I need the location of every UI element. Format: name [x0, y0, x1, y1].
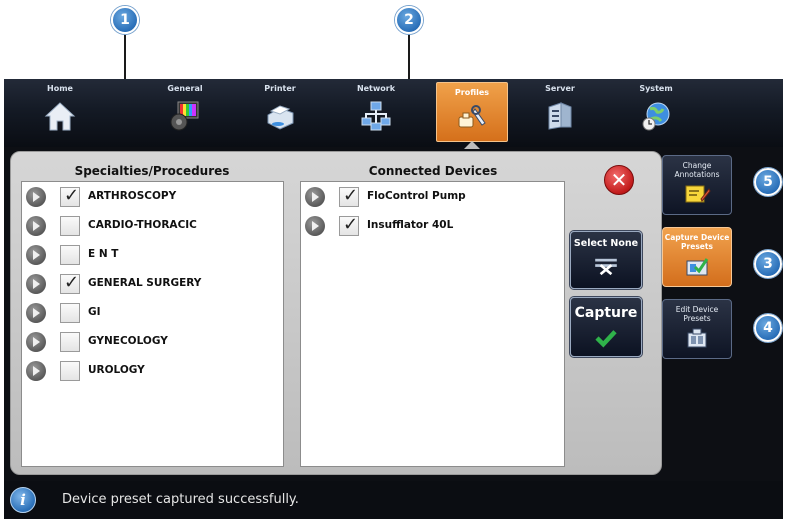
tab-system-label: System: [639, 84, 673, 93]
specialty-row-gynecology[interactable]: GYNECOLOGY: [22, 331, 283, 353]
tab-system[interactable]: System: [620, 79, 692, 145]
checkmark-icon: ✓: [343, 214, 359, 235]
specialty-row-gi[interactable]: GI: [22, 302, 283, 324]
specialty-row-cardio-thoracic[interactable]: CARDIO-THORACIC: [22, 215, 283, 237]
callout-3: 3: [754, 250, 782, 278]
specialties-list: ✓ ARTHROSCOPY CARDIO-THORACIC E N T ✓ GE…: [21, 181, 284, 467]
status-message: Device preset captured successfully.: [62, 492, 299, 507]
specialties-heading: Specialties/Procedures: [74, 164, 230, 178]
capture-button[interactable]: Capture: [570, 297, 642, 357]
specialty-checkbox[interactable]: [60, 303, 80, 323]
chevron-right-icon[interactable]: [26, 216, 46, 236]
screenshot-root: Home General Printer Network Profiles Se…: [0, 0, 787, 522]
info-icon: i: [10, 487, 36, 513]
tab-general-label: General: [167, 84, 203, 93]
specialty-checkbox[interactable]: [60, 216, 80, 236]
tab-printer-label: Printer: [264, 84, 296, 93]
specialty-row-arthroscopy[interactable]: ✓ ARTHROSCOPY: [22, 186, 283, 208]
device-checkbox[interactable]: ✓: [339, 214, 359, 236]
chevron-right-icon[interactable]: [26, 332, 46, 352]
device-config-app: Home General Printer Network Profiles Se…: [4, 79, 783, 519]
system-icon: [642, 102, 670, 131]
edit-device-presets-label: Edit Device Presets: [675, 305, 719, 323]
chevron-right-icon[interactable]: [26, 361, 46, 381]
chevron-right-icon[interactable]: [26, 187, 46, 207]
capture-label: Capture: [574, 305, 638, 321]
device-label: FloControl Pump: [367, 190, 466, 202]
home-icon: [44, 102, 76, 131]
specialty-row-general-surgery[interactable]: ✓ GENERAL SURGERY: [22, 273, 283, 295]
tab-general[interactable]: General: [149, 79, 221, 145]
callout-5: 5: [754, 168, 782, 196]
device-row-flocontrol-pump[interactable]: ✓ FloControl Pump: [301, 186, 564, 208]
tab-profiles-label: Profiles: [454, 88, 490, 97]
specialty-checkbox[interactable]: ✓: [60, 272, 80, 294]
chevron-right-icon[interactable]: [26, 303, 46, 323]
specialty-label: GYNECOLOGY: [88, 335, 168, 347]
profiles-icon: [458, 105, 486, 128]
callout-2: 2: [395, 6, 423, 34]
tab-server[interactable]: Server: [524, 79, 596, 145]
specialty-checkbox[interactable]: [60, 361, 80, 381]
chevron-right-icon[interactable]: [305, 187, 325, 207]
chevron-right-icon[interactable]: [305, 216, 325, 236]
specialty-row-ent[interactable]: E N T: [22, 244, 283, 266]
close-button[interactable]: ✕: [604, 165, 634, 195]
checkmark-icon: ✓: [343, 185, 359, 206]
tab-printer[interactable]: Printer: [244, 79, 316, 145]
annotation-edit-icon: [685, 185, 711, 203]
specialty-label: CARDIO-THORACIC: [88, 219, 197, 231]
specialty-checkbox[interactable]: ✓: [60, 185, 80, 207]
callout-1: 1: [111, 6, 139, 34]
specialty-label: GENERAL SURGERY: [88, 277, 202, 289]
devices-list: ✓ FloControl Pump ✓ Insufflator 40L: [300, 181, 565, 467]
specialty-label: GI: [88, 306, 101, 318]
deselect-icon: [595, 258, 617, 276]
capture-device-presets-button[interactable]: Capture Device Presets: [662, 227, 732, 287]
select-none-label: Select None: [573, 238, 639, 249]
change-annotations-label: Change Annotations: [674, 161, 720, 179]
edit-presets-icon: [687, 328, 707, 348]
network-icon: [361, 101, 391, 131]
server-icon: [548, 102, 572, 130]
capture-presets-icon: [686, 258, 709, 276]
tab-server-label: Server: [545, 84, 575, 93]
device-label: Insufflator 40L: [367, 219, 454, 231]
specialty-checkbox[interactable]: [60, 332, 80, 352]
devices-heading: Connected Devices: [368, 164, 498, 178]
close-icon: ✕: [610, 168, 628, 192]
specialty-label: ARTHROSCOPY: [88, 190, 177, 202]
profiles-panel: Specialties/Procedures ✓ ARTHROSCOPY CAR…: [10, 151, 662, 475]
specialty-label: E N T: [88, 248, 119, 260]
top-nav-bar: Home General Printer Network Profiles Se…: [4, 79, 783, 147]
device-row-insufflator-40l[interactable]: ✓ Insufflator 40L: [301, 215, 564, 237]
specialty-label: UROLOGY: [88, 364, 145, 376]
chevron-right-icon[interactable]: [26, 274, 46, 294]
chevron-right-icon[interactable]: [26, 245, 46, 265]
active-tab-pointer: [464, 141, 480, 149]
printer-icon: [267, 105, 294, 130]
specialty-row-urology[interactable]: UROLOGY: [22, 360, 283, 382]
specialty-checkbox[interactable]: [60, 245, 80, 265]
callout-4: 4: [754, 314, 782, 342]
tab-home[interactable]: Home: [24, 79, 96, 145]
tab-network-label: Network: [356, 84, 396, 93]
tab-network[interactable]: Network: [340, 79, 412, 145]
change-annotations-button[interactable]: Change Annotations: [662, 155, 732, 215]
edit-device-presets-button[interactable]: Edit Device Presets: [662, 299, 732, 359]
status-bar: i Device preset captured successfully.: [4, 481, 783, 519]
general-icon: [170, 101, 199, 131]
select-none-button[interactable]: Select None: [570, 231, 642, 289]
checkmark-icon: ✓: [64, 272, 80, 293]
checkmark-icon: ✓: [64, 185, 80, 206]
device-checkbox[interactable]: ✓: [339, 185, 359, 207]
capture-device-presets-label: Capture Device Presets: [664, 233, 730, 251]
checkmark-icon: [595, 330, 617, 348]
tab-home-label: Home: [47, 84, 73, 93]
tab-profiles[interactable]: Profiles: [436, 82, 508, 142]
